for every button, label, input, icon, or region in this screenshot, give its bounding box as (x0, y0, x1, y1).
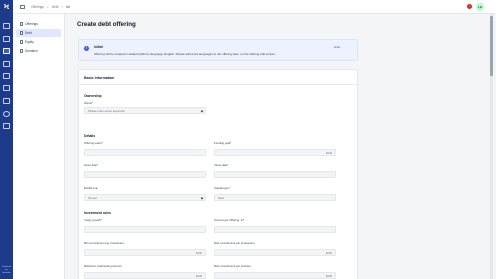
breadcrumb-offerings[interactable]: Offerings (31, 5, 44, 9)
rate-input[interactable] (84, 226, 206, 233)
max-overfunding-label: Maximum overfunding amount (84, 264, 122, 268)
currency-suffix: EUR (196, 274, 202, 278)
owner-select[interactable]: Please enter owner keywords (84, 107, 206, 114)
subnav-item-donation[interactable]: Donation (16, 47, 61, 55)
breadcrumb-separator: > (61, 5, 64, 9)
owner-placeholder: Please enter owner keywords (88, 109, 125, 113)
people-icon[interactable] (3, 36, 10, 42)
notification-badge[interactable]: ! (467, 4, 472, 9)
subnav-item-label: Offerings (25, 22, 38, 26)
scrollbar-thumb[interactable] (490, 16, 493, 76)
arrows-icon[interactable] (3, 123, 10, 129)
owner-label: Owner* (84, 101, 94, 105)
info-heading: Initial (94, 45, 103, 49)
min-commitment-input[interactable]: EUR (84, 249, 206, 256)
left-rail: Ϟ Powered by Invesdor (0, 0, 13, 279)
grid-icon[interactable] (3, 23, 10, 29)
info-banner: i Initial Offering will be created in de… (78, 39, 358, 61)
chevron-down-icon (200, 109, 204, 113)
globe-icon[interactable] (3, 111, 10, 117)
subnav-item-label: Equity (25, 40, 34, 44)
scrollbar[interactable] (490, 14, 493, 279)
page-title: Create debt offering (77, 21, 136, 28)
info-text: Offering will be created in default plat… (94, 52, 276, 56)
min-commitment-label: Min commitment per Investment (84, 241, 124, 245)
max-overfunding-input[interactable]: EUR (84, 272, 206, 279)
max-commitment-input[interactable]: EUR (214, 249, 336, 256)
funding-goal-input[interactable]: EUR (214, 149, 336, 156)
currency-suffix: EUR (196, 251, 202, 255)
hide-button[interactable]: Hide (334, 45, 340, 49)
section-details: Details (84, 134, 96, 138)
chevron-down-icon (200, 196, 204, 200)
document-icon (20, 40, 23, 44)
powered-by: Powered by Invesdor (2, 266, 11, 274)
close-date-input[interactable] (214, 171, 336, 178)
calendar-icon[interactable] (3, 85, 10, 91)
table-icon[interactable] (3, 98, 10, 104)
capital-type-value: Debt (218, 196, 224, 200)
breadcrumb-debt[interactable]: Debt (52, 5, 59, 9)
menu-toggle-icon[interactable] (20, 5, 25, 9)
exhibit-to-select[interactable]: Not set (84, 194, 206, 201)
app-root: Ϟ Powered by Invesdor Offerings > Debt >… (0, 0, 496, 279)
section-investment-rules: Investment rules (84, 211, 111, 215)
folder-icon[interactable] (3, 48, 10, 54)
wallet-icon[interactable] (3, 61, 10, 67)
breadcrumb: Offerings > Debt > Ini (31, 4, 70, 10)
section-ownership: Ownership (84, 94, 102, 98)
basic-info-card: Basic Information Ownership Owner* Pleas… (78, 69, 359, 279)
open-date-input[interactable] (84, 171, 206, 178)
close-date-label: Close date* (214, 163, 229, 167)
offering-name-input[interactable] (84, 149, 206, 156)
amount-input[interactable] (214, 226, 336, 233)
document-icon (20, 22, 23, 26)
currency-suffix: EUR (326, 251, 332, 255)
breadcrumb-separator: > (46, 5, 49, 9)
card-title: Basic Information (84, 76, 115, 80)
subnav-item-label: Debt (25, 31, 32, 35)
rate-label: Yearly growth* (84, 218, 102, 222)
document-icon (20, 49, 23, 53)
funding-goal-label: Funding goal* (214, 141, 232, 145)
exhibit-to-label: Exhibit to ▸ (84, 186, 98, 190)
sub-navigation: Offerings Debt Equity Donation (13, 14, 65, 279)
document-icon (20, 31, 23, 35)
subnav-item-equity[interactable]: Equity (16, 38, 61, 46)
top-bar: Offerings > Debt > Ini ! LH (13, 0, 496, 14)
max-commitment-label: Max commitment per Investment (214, 241, 255, 245)
currency-suffix: EUR (326, 274, 332, 278)
open-date-label: Open date* (84, 163, 99, 167)
currency-suffix: EUR (326, 151, 332, 155)
subnav-item-offerings[interactable]: Offerings (16, 20, 61, 28)
subnav-item-debt[interactable]: Debt (16, 29, 61, 37)
info-icon: i (84, 46, 89, 51)
brand-logo[interactable]: Ϟ (3, 4, 10, 12)
breadcrumb-current: Ini (66, 5, 70, 9)
max-investor-label: Max commitment per Investor (214, 264, 251, 268)
max-investor-input[interactable]: EUR (214, 272, 336, 279)
avatar[interactable]: LH (476, 3, 484, 11)
main-content: Create debt offering i Initial Offering … (65, 14, 496, 279)
chart-icon[interactable] (3, 73, 10, 79)
amount-label: Amount per Offering. In* (214, 218, 245, 222)
capital-type-input[interactable]: Debt (214, 194, 336, 201)
exhibit-to-value: Not set (88, 196, 97, 200)
subnav-item-label: Donation (25, 49, 38, 53)
offering-name-label: Offering name* (84, 141, 103, 145)
capital-type-label: Capital type* (214, 186, 230, 190)
divider (79, 84, 359, 85)
